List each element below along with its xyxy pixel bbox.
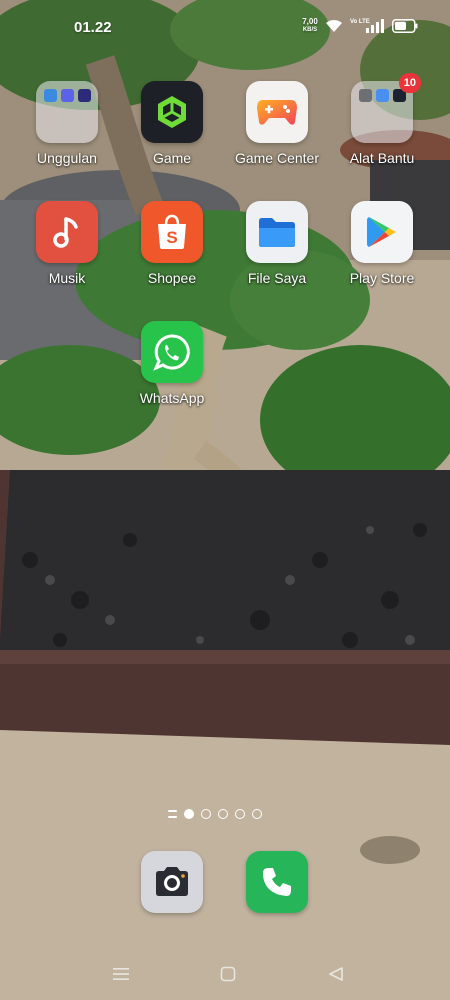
- page-dot[interactable]: [184, 809, 194, 819]
- page-dot[interactable]: [252, 809, 262, 819]
- app-file-saya[interactable]: File Saya: [227, 201, 327, 286]
- folder-icon: 10: [351, 73, 421, 143]
- app-game[interactable]: Game: [122, 81, 222, 166]
- folder-icon: [36, 81, 98, 143]
- home-icon[interactable]: [216, 964, 240, 984]
- app-whatsapp[interactable]: WhatsApp: [122, 321, 222, 406]
- page-dot[interactable]: [235, 809, 245, 819]
- signal-icon: [366, 19, 384, 38]
- wifi-icon: [325, 19, 343, 38]
- play-store-icon: [351, 201, 413, 263]
- app-label: File Saya: [247, 270, 307, 286]
- app-label: Game Center: [234, 150, 320, 166]
- status-time: 01.22: [74, 19, 112, 36]
- folder-unggulan[interactable]: Unggulan: [17, 81, 117, 166]
- app-label: WhatsApp: [139, 390, 205, 406]
- dock-camera-app[interactable]: [141, 851, 203, 913]
- folder-alat-bantu[interactable]: 10 Alat Bantu: [332, 73, 432, 166]
- svg-text:S: S: [166, 228, 177, 247]
- app-label: Play Store: [349, 270, 415, 286]
- game-center-icon: [246, 81, 308, 143]
- network-speed: 7,00 KB/S: [298, 18, 322, 34]
- whatsapp-icon: [141, 321, 203, 383]
- page-indicator[interactable]: [168, 808, 262, 820]
- game-icon: [141, 81, 203, 143]
- app-label: Alat Bantu: [349, 150, 415, 166]
- page-list-icon[interactable]: [168, 810, 177, 818]
- app-musik[interactable]: Musik: [17, 201, 117, 286]
- back-icon[interactable]: [324, 964, 348, 984]
- status-bar: 01.22 7,00 KB/S Vo LTE: [0, 0, 450, 56]
- network-speed-value: 7,00: [302, 17, 318, 26]
- dock-phone-app[interactable]: [246, 851, 308, 913]
- shopee-icon: S: [141, 201, 203, 263]
- app-label: Unggulan: [37, 150, 97, 166]
- page-dot[interactable]: [218, 809, 228, 819]
- music-icon: [36, 201, 98, 263]
- phone-icon: [246, 851, 308, 913]
- menu-icon[interactable]: [109, 964, 133, 984]
- camera-icon: [141, 851, 203, 913]
- notification-badge: 10: [398, 73, 421, 93]
- page-dot[interactable]: [201, 809, 211, 819]
- network-speed-unit: KB/S: [302, 27, 318, 33]
- app-shopee[interactable]: S Shopee: [122, 201, 222, 286]
- app-label: Game: [152, 150, 192, 166]
- app-play-store[interactable]: Play Store: [332, 201, 432, 286]
- app-label: Musik: [48, 270, 86, 286]
- navigation-bar: [0, 950, 450, 1000]
- files-icon: [246, 201, 308, 263]
- battery-icon: [392, 19, 418, 38]
- app-label: Shopee: [147, 270, 197, 286]
- app-game-center[interactable]: Game Center: [227, 81, 327, 166]
